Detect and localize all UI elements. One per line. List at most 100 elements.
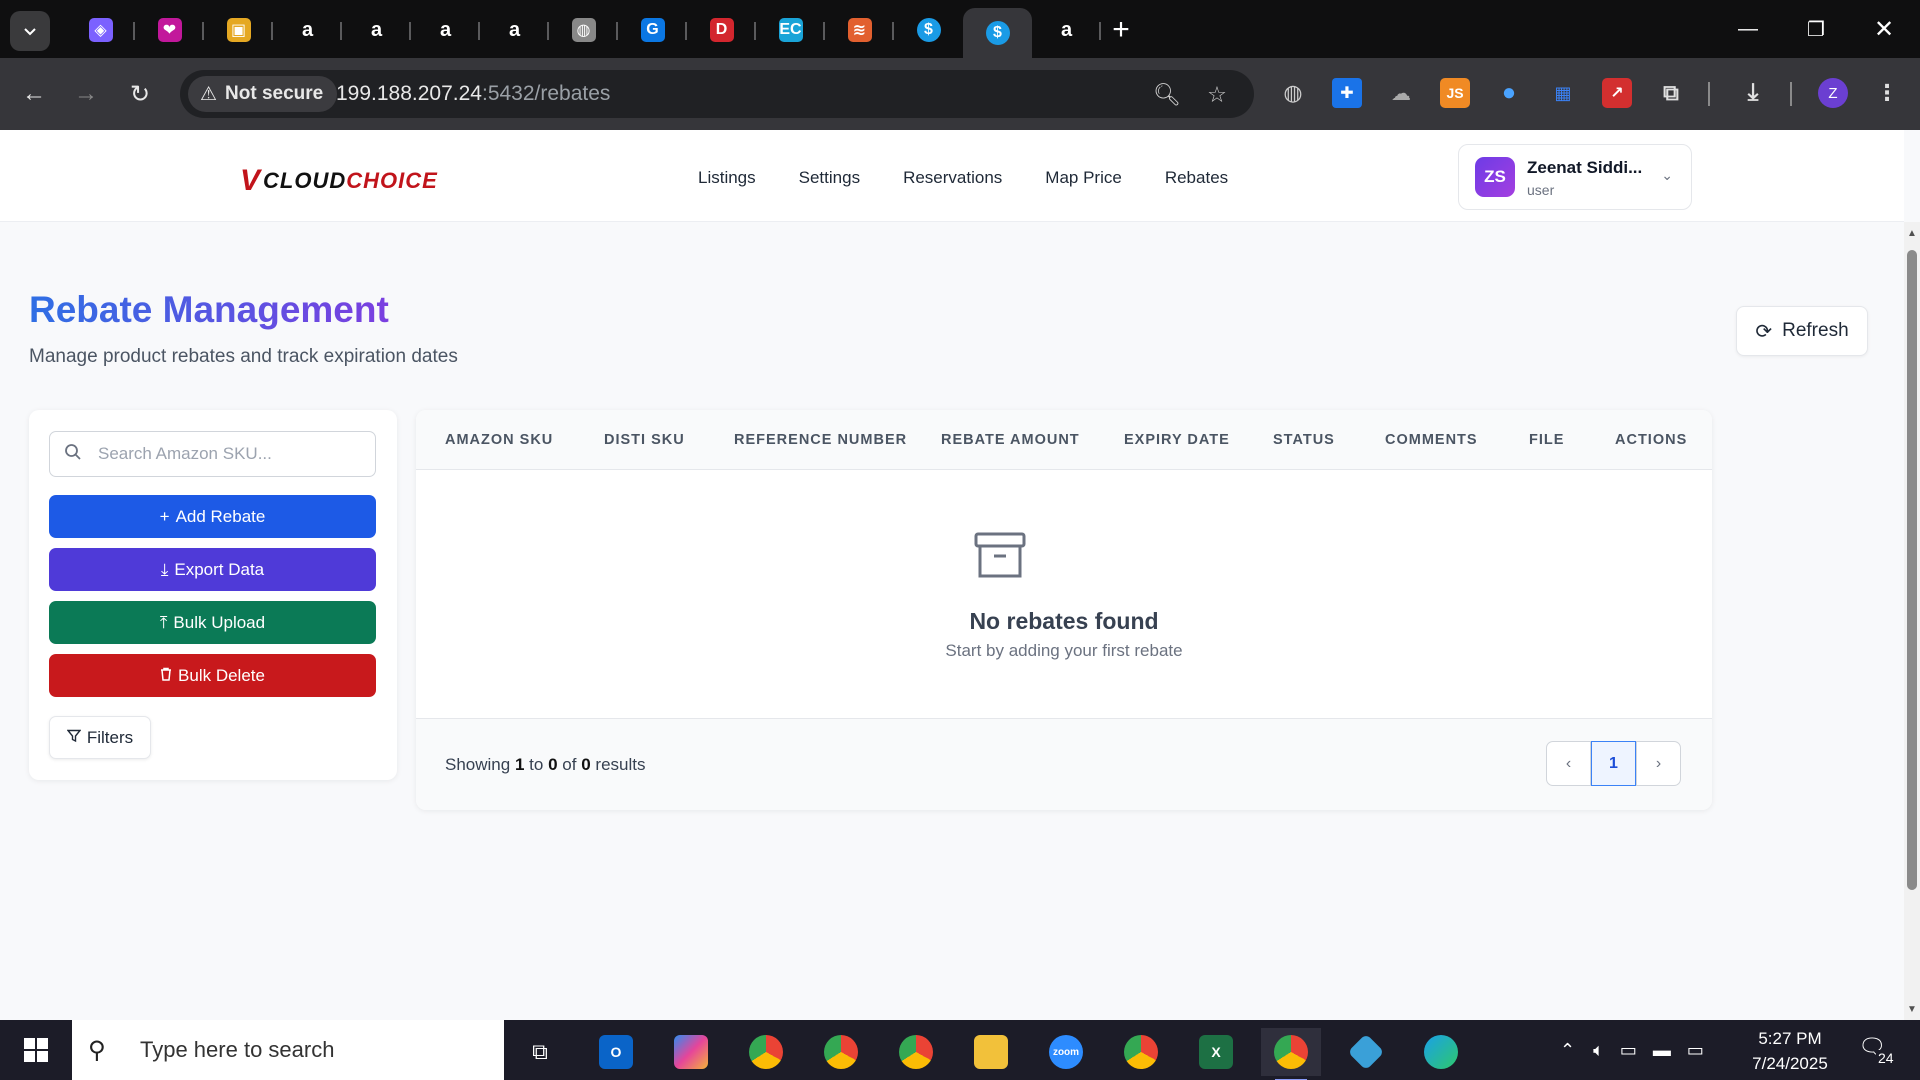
chrome-app[interactable]	[1111, 1028, 1171, 1076]
puzzle-plus-extension-icon[interactable]: ✚	[1332, 78, 1362, 108]
browser-tab[interactable]: a	[1032, 8, 1101, 52]
add-rebate-button[interactable]: + Add Rebate	[49, 495, 376, 538]
chevron-up-icon[interactable]: ⌃	[1560, 1040, 1575, 1061]
browser-tab[interactable]: EC	[756, 8, 825, 52]
download-icon[interactable]: ⤓	[1738, 78, 1768, 108]
cloud-extension-icon[interactable]: ☁	[1386, 78, 1416, 108]
column-header[interactable]: REFERENCE NUMBER	[734, 432, 907, 448]
notification-center-button[interactable]: 🗨︎ 24	[1852, 1032, 1896, 1072]
meet-now-icon[interactable]: ▭	[1620, 1040, 1637, 1061]
back-button[interactable]: ←	[14, 74, 54, 114]
column-header[interactable]: EXPIRY DATE	[1124, 432, 1230, 448]
browser-tab[interactable]: a	[480, 8, 549, 52]
forward-button[interactable]: →	[66, 74, 106, 114]
next-page-button[interactable]: ›	[1636, 741, 1681, 786]
network-icon[interactable]: ▭	[1687, 1040, 1704, 1061]
bulk-delete-button[interactable]: Bulk Delete	[49, 654, 376, 697]
battery-icon[interactable]: ▬	[1653, 1040, 1671, 1061]
main-nav: Listings Settings Reservations Map Price…	[698, 168, 1228, 188]
column-header[interactable]: REBATE AMOUNT	[941, 432, 1080, 448]
taskbar-search[interactable]: ⚲ Type here to search	[72, 1020, 504, 1080]
chrome-profile-app[interactable]	[811, 1028, 871, 1076]
globe-extension-icon[interactable]: ◍	[1278, 78, 1308, 108]
task-view-button[interactable]: ⧉	[510, 1028, 570, 1076]
excel-icon: X	[1199, 1035, 1233, 1069]
page-scrollbar[interactable]: ▲ ▼	[1904, 222, 1920, 1020]
warning-icon: ⚠	[200, 83, 218, 105]
browser-tab[interactable]: a	[411, 8, 480, 52]
browser-tab[interactable]: ◈	[66, 8, 135, 52]
extensions-puzzle-icon[interactable]: ⧉	[1656, 78, 1686, 108]
zoom-icon[interactable]: 🔍︎	[1153, 82, 1181, 108]
browser-tab[interactable]: ❤	[135, 8, 204, 52]
scrollbar-thumb[interactable]	[1907, 250, 1917, 890]
edge-app[interactable]	[1411, 1028, 1471, 1076]
vpn-app[interactable]	[1336, 1028, 1396, 1076]
new-tab-button[interactable]: +	[1101, 10, 1141, 50]
ec-icon: EC	[778, 18, 803, 42]
tab-search-button[interactable]	[10, 11, 50, 51]
amazon-icon: a	[301, 18, 314, 41]
bookmark-star-icon[interactable]: ☆	[1204, 82, 1230, 108]
user-menu[interactable]: ZS Zeenat Siddi... user ⌄	[1458, 144, 1692, 210]
avatar: ZS	[1475, 157, 1515, 197]
bulk-upload-button[interactable]: ⤒ Bulk Upload	[49, 601, 376, 644]
nav-listings[interactable]: Listings	[698, 168, 756, 188]
column-header[interactable]: FILE	[1529, 432, 1564, 448]
user-name: Zeenat Siddi...	[1527, 158, 1643, 177]
close-window-button[interactable]: ✕	[1850, 0, 1918, 58]
profile-avatar[interactable]: Z	[1818, 78, 1848, 108]
taskbar-clock[interactable]: 5:27 PM 7/24/2025	[1740, 1026, 1840, 1076]
browser-tab[interactable]: a	[273, 8, 342, 52]
nav-rebates[interactable]: Rebates	[1165, 168, 1228, 188]
browser-tab[interactable]: a	[342, 8, 411, 52]
circle-extension-icon[interactable]: ●	[1494, 78, 1524, 108]
arrow-extension-icon[interactable]: ↗	[1602, 78, 1632, 108]
chrome-active-app[interactable]	[1261, 1028, 1321, 1080]
browser-tab[interactable]: $	[963, 8, 1032, 58]
export-data-button[interactable]: ⤓ Export Data	[49, 548, 376, 591]
chart-extension-icon[interactable]: ▦	[1548, 78, 1578, 108]
zoom-app[interactable]: zoom	[1036, 1028, 1096, 1076]
nav-map-price[interactable]: Map Price	[1045, 168, 1122, 188]
browser-tab[interactable]: D	[687, 8, 756, 52]
search-input[interactable]	[98, 444, 358, 464]
search-field[interactable]	[49, 431, 376, 477]
refresh-button[interactable]: ⟳ Refresh	[1736, 306, 1868, 356]
column-header[interactable]: AMAZON SKU	[445, 432, 553, 448]
minimize-button[interactable]: —	[1714, 0, 1782, 58]
browser-tab[interactable]: ▣	[204, 8, 273, 52]
address-bar[interactable]: ⚠ Not secure 199.188.207.24:5432/rebates…	[180, 70, 1254, 118]
browser-tab[interactable]: ◍	[549, 8, 618, 52]
filters-button[interactable]: Filters	[49, 716, 151, 759]
column-header[interactable]: STATUS	[1273, 432, 1335, 448]
reload-button[interactable]: ↻	[120, 74, 160, 114]
column-header[interactable]: COMMENTS	[1385, 432, 1478, 448]
prev-page-button[interactable]: ‹	[1546, 741, 1591, 786]
copilot-app[interactable]	[661, 1028, 721, 1076]
column-header[interactable]: ACTIONS	[1615, 432, 1687, 448]
excel-app[interactable]: X	[1186, 1028, 1246, 1076]
nav-reservations[interactable]: Reservations	[903, 168, 1002, 188]
scroll-up-icon[interactable]: ▲	[1907, 228, 1917, 239]
security-indicator[interactable]: ⚠ Not secure	[188, 76, 338, 112]
column-header[interactable]: DISTI SKU	[604, 432, 685, 448]
start-button[interactable]	[0, 1020, 72, 1080]
chrome-profile-app[interactable]	[736, 1028, 796, 1076]
outlook-app[interactable]: O	[586, 1028, 646, 1076]
scroll-down-icon[interactable]: ▼	[1907, 1004, 1917, 1015]
browser-menu-icon[interactable]: ⋮	[1872, 78, 1902, 108]
volume-icon[interactable]: 🔈︎	[1593, 1040, 1604, 1061]
file-explorer-app[interactable]	[961, 1028, 1021, 1076]
url-text[interactable]: 199.188.207.24:5432/rebates	[336, 82, 610, 106]
browser-tab[interactable]: $	[894, 8, 963, 52]
browser-tab[interactable]: G	[618, 8, 687, 52]
browser-tab[interactable]: ≋	[825, 8, 894, 52]
chrome-profile-app[interactable]	[886, 1028, 946, 1076]
restore-button[interactable]: ❐	[1782, 0, 1850, 58]
js-extension-icon[interactable]: JS	[1440, 78, 1470, 108]
page-number-button[interactable]: 1	[1591, 741, 1636, 786]
nav-settings[interactable]: Settings	[799, 168, 860, 188]
copilot-icon	[674, 1035, 708, 1069]
cloudchoice-logo[interactable]: V CLOUD CHOICE	[240, 164, 438, 198]
